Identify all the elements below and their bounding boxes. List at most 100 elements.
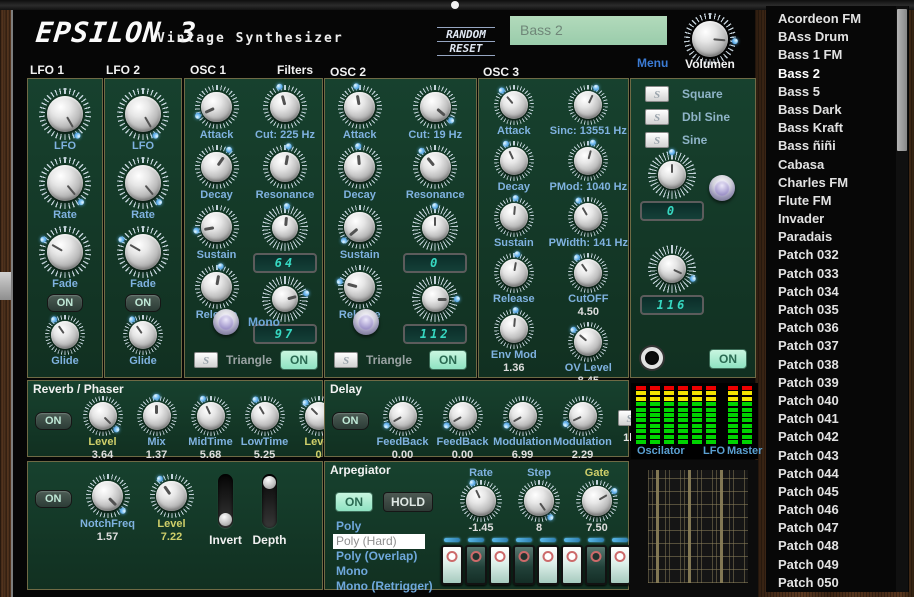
osc2-round-button[interactable] — [353, 309, 379, 335]
feedback-knob[interactable] — [383, 396, 423, 436]
osc2-s-button[interactable]: S — [334, 352, 358, 368]
patch-item[interactable]: Patch 040 — [778, 393, 894, 411]
sustain-knob[interactable] — [494, 197, 534, 237]
patch-item[interactable]: Bass 5 — [778, 84, 894, 102]
attack-knob[interactable] — [494, 85, 534, 125]
mono-button[interactable] — [213, 309, 239, 335]
mix-knob[interactable] — [137, 396, 177, 436]
value-knob[interactable] — [412, 205, 458, 251]
glide-knob[interactable] — [123, 315, 163, 355]
arp-mode-mono-retrigger[interactable]: Mono (Retrigger) — [333, 579, 436, 594]
attack-knob[interactable] — [195, 85, 239, 129]
arp-on-button[interactable]: ON — [335, 492, 373, 512]
patch-scrollbar[interactable] — [896, 6, 908, 592]
patch-item[interactable]: Paradais — [778, 229, 894, 247]
modulation-knob[interactable] — [563, 396, 603, 436]
rate-knob[interactable] — [39, 157, 91, 209]
wave-on-button[interactable]: ON — [709, 349, 747, 369]
osc1-s-button[interactable]: S — [194, 352, 218, 368]
arp-mode-poly-overlap[interactable]: Poly (Overlap) — [333, 549, 436, 564]
arp-switch-8[interactable] — [609, 538, 631, 585]
slider-handle[interactable] — [263, 476, 276, 489]
gate-knob[interactable] — [576, 480, 618, 522]
patch-display[interactable]: Bass 2 — [510, 16, 667, 45]
patch-item[interactable]: Invader — [778, 211, 894, 229]
patch-item[interactable]: Patch 037 — [778, 338, 894, 356]
cut-19-hz-knob[interactable] — [413, 85, 457, 129]
menu-button[interactable]: Menu — [637, 56, 668, 70]
patch-item[interactable]: Patch 050 — [778, 575, 894, 593]
random-button[interactable]: RANDOM — [437, 27, 495, 42]
release-knob[interactable] — [195, 265, 239, 309]
patch-item[interactable]: Patch 038 — [778, 357, 894, 375]
patch-item[interactable]: Patch 035 — [778, 302, 894, 320]
arp-switch-7[interactable] — [585, 538, 607, 585]
patch-item[interactable]: Bass 1 FM — [778, 47, 894, 65]
arp-mode-poly-hard[interactable]: Poly (Hard) — [333, 534, 425, 549]
patch-item[interactable]: Acordeon FM — [778, 11, 894, 29]
level-knob[interactable] — [83, 396, 123, 436]
fade-knob[interactable] — [117, 226, 169, 278]
patch-item[interactable]: Patch 034 — [778, 284, 894, 302]
reverb-on-button[interactable]: ON — [35, 412, 72, 430]
patch-item[interactable]: Patch 047 — [778, 520, 894, 538]
value-knob[interactable] — [412, 276, 458, 322]
level-knob[interactable] — [150, 474, 194, 518]
env-mod-knob[interactable] — [494, 309, 534, 349]
invert-slider[interactable] — [218, 474, 233, 528]
patch-item[interactable]: Patch 046 — [778, 502, 894, 520]
patch-item[interactable]: Patch 043 — [778, 448, 894, 466]
delay-on-button[interactable]: ON — [332, 412, 369, 430]
modulation-knob[interactable] — [503, 396, 543, 436]
arp-switch-2[interactable] — [465, 538, 487, 585]
resonance-knob[interactable] — [413, 145, 457, 189]
arp-mode-poly[interactable]: Poly — [333, 519, 436, 534]
sustain-knob[interactable] — [338, 205, 382, 249]
value-knob[interactable] — [648, 245, 696, 293]
midtime-knob[interactable] — [191, 396, 231, 436]
titlebar-dot[interactable] — [451, 1, 459, 9]
sustain-knob[interactable] — [195, 205, 239, 249]
slider-handle[interactable] — [219, 513, 232, 526]
decay-knob[interactable] — [195, 145, 239, 189]
resonance-knob[interactable] — [263, 145, 307, 189]
patch-item[interactable]: Flute FM — [778, 193, 894, 211]
release-knob[interactable] — [338, 265, 382, 309]
value-knob[interactable] — [262, 205, 308, 251]
rate-knob[interactable] — [117, 157, 169, 209]
arp-switch-5[interactable] — [537, 538, 559, 585]
lfo-knob[interactable] — [117, 88, 169, 140]
patch-item[interactable]: Cabasa — [778, 157, 894, 175]
arp-mode-mono[interactable]: Mono — [333, 564, 436, 579]
fade-knob[interactable] — [39, 226, 91, 278]
depth-slider[interactable] — [262, 474, 277, 528]
release-knob[interactable] — [494, 253, 534, 293]
arp-switch-6[interactable] — [561, 538, 583, 585]
patch-item[interactable]: Patch 041 — [778, 411, 894, 429]
patch-item[interactable]: Patch 032 — [778, 247, 894, 265]
patch-item[interactable]: Patch 049 — [778, 557, 894, 575]
glide-knob[interactable] — [45, 315, 85, 355]
square-s-button[interactable]: S — [645, 86, 669, 102]
patch-item[interactable]: Patch 036 — [778, 320, 894, 338]
wave-round-button[interactable] — [709, 175, 735, 201]
cut-225-hz-knob[interactable] — [263, 85, 307, 129]
arp-hold-button[interactable]: HOLD — [383, 492, 433, 512]
patch-item[interactable]: Bass 2 — [778, 66, 894, 84]
patch-scrollbar-thumb[interactable] — [897, 9, 907, 151]
notch-on-button[interactable]: ON — [35, 490, 72, 508]
jack-button[interactable] — [641, 347, 663, 369]
patch-item[interactable]: Patch 039 — [778, 375, 894, 393]
arp-switch-1[interactable] — [441, 538, 463, 585]
ov-level-knob[interactable] — [568, 322, 608, 362]
patch-item[interactable]: Bass Kraft — [778, 120, 894, 138]
cutoff-knob[interactable] — [568, 253, 608, 293]
decay-knob[interactable] — [494, 141, 534, 181]
patch-item[interactable]: Patch 044 — [778, 466, 894, 484]
patch-item[interactable]: Patch 042 — [778, 429, 894, 447]
sinc-13551-hz-knob[interactable] — [568, 85, 608, 125]
lowtime-knob[interactable] — [245, 396, 285, 436]
patch-item[interactable]: Patch 048 — [778, 538, 894, 556]
patch-item[interactable]: BAss Drum — [778, 29, 894, 47]
decay-knob[interactable] — [338, 145, 382, 189]
